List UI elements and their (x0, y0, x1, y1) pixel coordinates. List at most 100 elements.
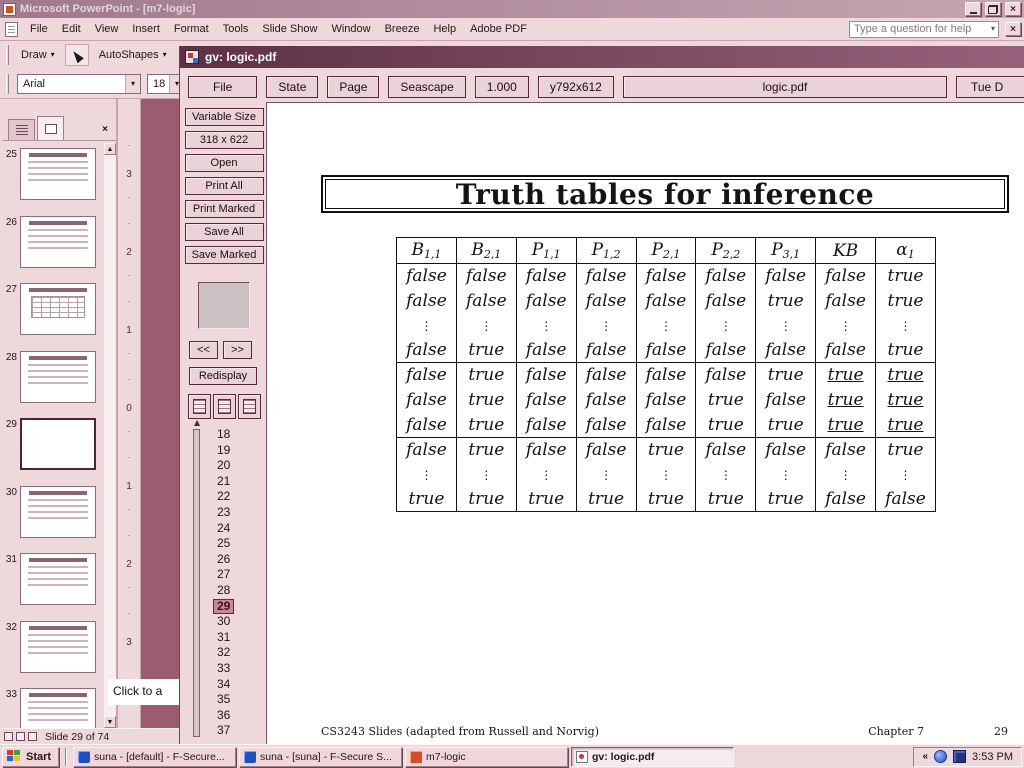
gv-date-button[interactable]: Tue D (956, 76, 1024, 98)
page-item-23[interactable]: 23 (204, 505, 260, 521)
next-page-button[interactable]: >> (223, 341, 252, 359)
menu-item-view[interactable]: View (88, 18, 126, 40)
gv-state-button[interactable]: State (266, 76, 318, 98)
cell-value: false (825, 340, 866, 360)
tab-slides[interactable] (37, 116, 64, 140)
page-item-25[interactable]: 25 (204, 536, 260, 552)
scroll-down-button[interactable]: ▼ (104, 716, 116, 728)
page-item-20[interactable]: 20 (204, 458, 260, 474)
slide-thumbnail-27[interactable] (20, 283, 96, 335)
page-item-29[interactable]: 29 (204, 599, 260, 615)
slide-thumbnail-28[interactable] (20, 351, 96, 403)
gv-print-all-button[interactable]: Print All (185, 177, 264, 195)
select-objects-button[interactable] (65, 44, 89, 66)
page-list-scrollbar[interactable] (193, 429, 200, 737)
page-item-34[interactable]: 34 (204, 677, 260, 693)
page-item-35[interactable]: 35 (204, 692, 260, 708)
slide-thumbnail-30[interactable] (20, 486, 96, 538)
slide-sorter-view-icon[interactable] (16, 732, 25, 741)
menu-item-adobe-pdf[interactable]: Adobe PDF (463, 18, 534, 40)
scrollbar-track[interactable] (104, 155, 116, 716)
close-pane-button[interactable]: × (98, 122, 112, 136)
page-item-19[interactable]: 19 (204, 443, 260, 459)
unmark-pages-button[interactable] (238, 394, 261, 419)
menu-item-window[interactable]: Window (324, 18, 377, 40)
tray-icon-2[interactable] (953, 750, 966, 763)
page-item-28[interactable]: 28 (204, 583, 260, 599)
slide-thumbnail-31[interactable] (20, 553, 96, 605)
gv-titlebar[interactable]: gv: logic.pdf (180, 46, 1024, 68)
truth-table-cell: true (456, 388, 516, 413)
slide-thumbnail-26[interactable] (20, 216, 96, 268)
draw-menu-button[interactable]: Draw ▾ (15, 44, 61, 66)
slide-thumbnail-33[interactable] (20, 688, 96, 728)
gv-locator-box[interactable] (198, 282, 250, 329)
previous-page-button[interactable]: << (189, 341, 218, 359)
page-item-18[interactable]: 18 (204, 427, 260, 443)
page-item-32[interactable]: 32 (204, 645, 260, 661)
toolbar-grip[interactable] (6, 74, 9, 94)
scrollbar-thumb[interactable] (104, 157, 116, 369)
slide-text-placeholder[interactable]: Click to a (108, 679, 180, 705)
scroll-up-button[interactable]: ▲ (104, 143, 116, 155)
tab-outline[interactable] (8, 119, 35, 140)
taskbar-item-suna-default-f-secure[interactable]: suna - [default] - F-Secure... (73, 747, 236, 767)
menu-item-tools[interactable]: Tools (216, 18, 256, 40)
gv-page-button[interactable]: Page (327, 76, 379, 98)
redisplay-button[interactable]: Redisplay (189, 367, 257, 385)
menu-item-insert[interactable]: Insert (125, 18, 167, 40)
gv-filename-button[interactable]: logic.pdf (623, 76, 947, 98)
gv-y792x612-button[interactable]: y792x612 (538, 76, 614, 98)
mark-pages-button[interactable] (213, 394, 236, 419)
taskbar-item-gv-logic-pdf[interactable]: gv: logic.pdf (571, 747, 734, 767)
menu-item-file[interactable]: File (23, 18, 55, 40)
restore-button[interactable] (985, 2, 1001, 16)
cell-value: false (406, 415, 447, 435)
close-button[interactable]: × (1005, 2, 1021, 16)
normal-view-icon[interactable] (4, 732, 13, 741)
cell-value: true (708, 390, 744, 410)
question-box[interactable]: Type a question for help ▾ (849, 21, 999, 38)
menu-item-slide-show[interactable]: Slide Show (255, 18, 324, 40)
menu-item-help[interactable]: Help (426, 18, 463, 40)
tray-icon-1[interactable] (934, 750, 947, 763)
toggle-current-page-button[interactable] (188, 394, 211, 419)
autoshapes-menu-button[interactable]: AutoShapes ▾ (93, 44, 173, 66)
document-close-button[interactable]: × (1005, 22, 1021, 36)
taskbar-item-m7-logic[interactable]: m7-logic (405, 747, 568, 767)
minimize-button[interactable] (965, 2, 981, 16)
page-item-22[interactable]: 22 (204, 489, 260, 505)
page-item-30[interactable]: 30 (204, 614, 260, 630)
slide-thumbnail-29[interactable] (20, 418, 96, 470)
menu-item-edit[interactable]: Edit (55, 18, 88, 40)
collapse-tray-button[interactable]: « (922, 751, 928, 762)
start-button[interactable]: Start (2, 747, 59, 767)
page-item-26[interactable]: 26 (204, 552, 260, 568)
gv-file-button[interactable]: File (188, 76, 257, 98)
page-item-33[interactable]: 33 (204, 661, 260, 677)
gv-save-all-button[interactable]: Save All (185, 223, 264, 241)
gv-open-button[interactable]: Open (185, 154, 264, 172)
menu-item-format[interactable]: Format (167, 18, 216, 40)
slideshow-view-icon[interactable] (28, 732, 37, 741)
menu-item-breeze[interactable]: Breeze (378, 18, 427, 40)
page-item-24[interactable]: 24 (204, 521, 260, 537)
toolbar-grip[interactable] (6, 45, 9, 65)
gv-variable-size-button[interactable]: Variable Size (185, 108, 264, 126)
page-item-21[interactable]: 21 (204, 474, 260, 490)
page-item-31[interactable]: 31 (204, 630, 260, 646)
page-item-27[interactable]: 27 (204, 567, 260, 583)
page-item-37[interactable]: 37 (204, 723, 260, 739)
gv-print-marked-button[interactable]: Print Marked (185, 200, 264, 218)
gv-318-x-622-button[interactable]: 318 x 622 (185, 131, 264, 149)
slide-thumbnail-32[interactable] (20, 621, 96, 673)
page-item-36[interactable]: 36 (204, 708, 260, 724)
font-dropdown-button[interactable]: ▾ (125, 75, 140, 93)
slide-thumbnail-25[interactable] (20, 148, 96, 200)
thumbnail-scrollbar[interactable]: ▲ ▼ (104, 143, 116, 728)
gv-1-000-button[interactable]: 1.000 (475, 76, 529, 98)
font-name-combo[interactable]: Arial ▾ (17, 74, 141, 94)
gv-seascape-button[interactable]: Seascape (388, 76, 465, 98)
taskbar-item-suna-suna-f-secure-s[interactable]: suna - [suna] - F-Secure S... (239, 747, 402, 767)
gv-save-marked-button[interactable]: Save Marked (185, 246, 264, 264)
